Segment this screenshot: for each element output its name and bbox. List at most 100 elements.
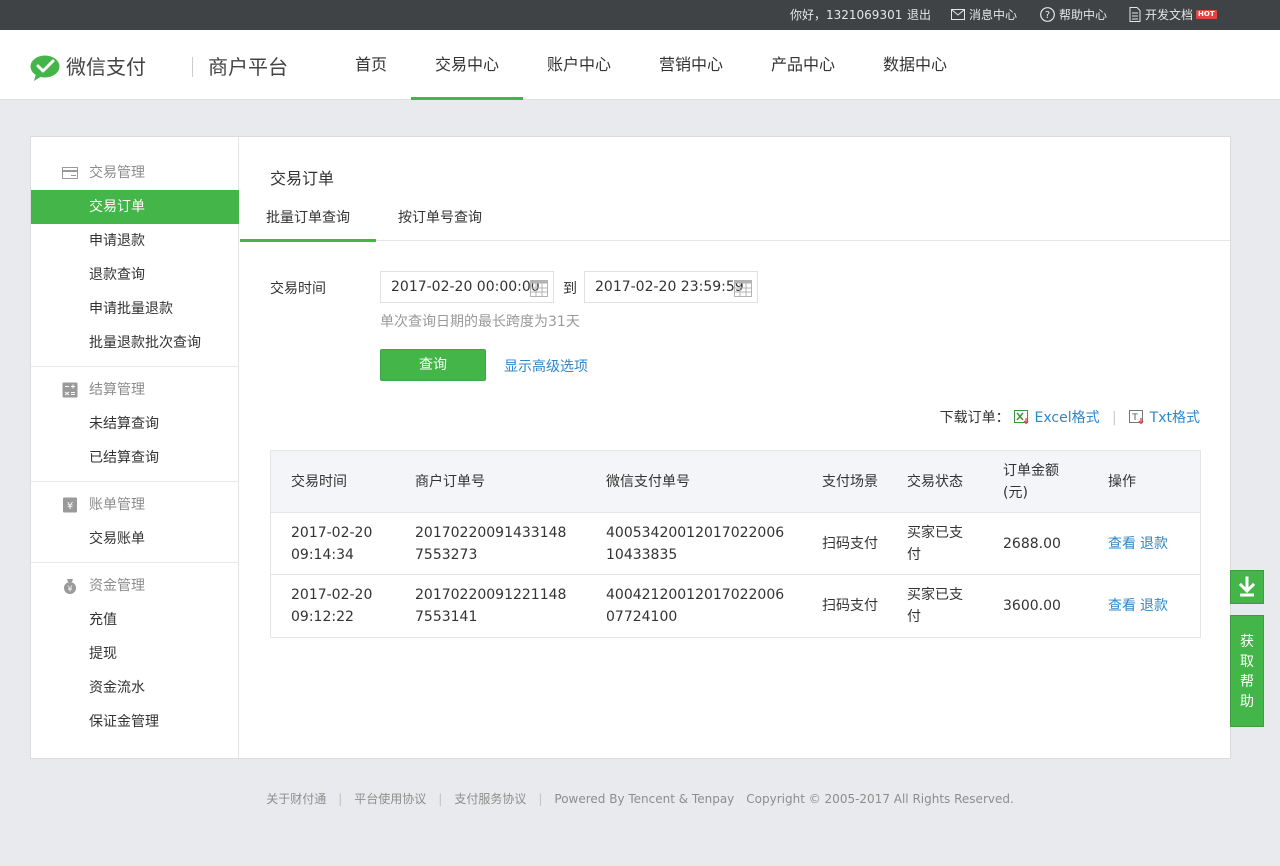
sidebar-divider <box>31 562 239 563</box>
cell-status: 买家已支付 <box>907 525 963 563</box>
header-cell: 交易时间 <box>291 474 347 490</box>
sidebar-group-trade: 交易管理 <box>31 156 239 190</box>
footer-link-about[interactable]: 关于财付通 <box>266 792 326 806</box>
cell-scene: 扫码支付 <box>822 598 878 614</box>
sidebar-group-label: 交易管理 <box>89 165 145 181</box>
sidebar-item-recharge[interactable]: 充值 <box>31 603 239 637</box>
nav-data-center[interactable]: 数据中心 <box>883 30 947 100</box>
page-title: 交易订单 <box>270 169 335 188</box>
end-time-input[interactable]: 2017-02-20 23:59:59 <box>584 271 758 303</box>
cell-wx-no: 4005342001201702200610433835 <box>606 525 785 563</box>
sidebar-item-fund-flow[interactable]: 资金流水 <box>31 671 239 705</box>
download-orders: 下载订单： Excel格式 | T Txt格式 <box>940 407 1200 427</box>
messages-label: 消息中心 <box>969 8 1018 22</box>
sidebar-item-settled[interactable]: 已结算查询 <box>31 441 239 475</box>
orders-table: 交易时间 商户订单号 微信支付单号 支付场景 交易状态 订单金额(元) 操作 2… <box>270 450 1201 638</box>
sidebar-divider <box>31 366 239 367</box>
query-button[interactable]: 查询 <box>380 349 486 381</box>
footer-separator: | <box>538 792 543 806</box>
txt-icon: T <box>1129 410 1144 425</box>
logout-link[interactable]: 退出 <box>907 0 931 30</box>
download-label: 下载订单： <box>939 410 1010 426</box>
greeting-text: 你好，1321069301 <box>790 8 903 22</box>
money-bag-icon: ¥ <box>64 579 76 594</box>
nav-account-center[interactable]: 账户中心 <box>547 30 611 100</box>
dev-docs-label: 开发文档 <box>1145 8 1194 22</box>
cell-time: 2017-02-20 09:14:34 <box>291 525 373 563</box>
query-tabs: 批量订单查询 按订单号查询 <box>240 203 1230 242</box>
bill-icon: ¥ <box>63 497 77 513</box>
mail-icon <box>951 9 965 20</box>
to-label: 到 <box>563 281 577 297</box>
sidebar-item-unsettled[interactable]: 未结算查询 <box>31 407 239 441</box>
download-txt-link[interactable]: Txt格式 <box>1150 410 1200 426</box>
table-header: 交易时间 商户订单号 微信支付单号 支付场景 交易状态 订单金额(元) 操作 <box>271 451 1200 513</box>
footer-link-payment-agreement[interactable]: 支付服务协议 <box>454 792 526 806</box>
svg-text:¥: ¥ <box>67 585 72 594</box>
date-range-hint: 单次查询日期的最长跨度为31天 <box>380 314 580 330</box>
table-row: 2017-02-20 09:12:22 20170220091221148755… <box>271 575 1200 637</box>
sidebar-group-label: 账单管理 <box>89 497 145 513</box>
nav-trade-center[interactable]: 交易中心 <box>410 30 524 100</box>
sidebar-divider <box>31 481 239 482</box>
header-cell: 商户订单号 <box>415 474 485 490</box>
footer-link-platform-agreement[interactable]: 平台使用协议 <box>354 792 426 806</box>
footer-separator: | <box>338 792 343 806</box>
svg-text:¥: ¥ <box>67 501 73 512</box>
footer: 关于财付通 | 平台使用协议 | 支付服务协议 | Powered By Tencent &… <box>0 790 1280 807</box>
download-excel-link[interactable]: Excel格式 <box>1035 410 1100 426</box>
footer-copyright: Copyright © 2005-2017 All Rights Reserve… <box>746 792 1014 806</box>
header-cell: 交易状态 <box>907 474 963 490</box>
sidebar-item-trade-orders[interactable]: 交易订单 <box>31 190 239 224</box>
float-help-button[interactable]: 获取帮助 <box>1230 615 1264 727</box>
help-text: 获取帮助 <box>1240 634 1254 710</box>
view-link[interactable]: 查看 <box>1108 533 1136 555</box>
cell-amount: 3600.00 <box>1003 598 1061 614</box>
header-cell: 支付场景 <box>822 474 878 490</box>
refund-link[interactable]: 退款 <box>1140 533 1168 555</box>
svg-text:T: T <box>1131 413 1138 423</box>
logo-divider <box>192 57 193 77</box>
logo-text: 微信支付 <box>66 55 146 79</box>
tab-order-no-query[interactable]: 按订单号查询 <box>390 203 490 241</box>
transaction-icon <box>62 167 78 179</box>
dev-docs-link[interactable]: 开发文档 HOT <box>1129 0 1217 30</box>
sidebar-item-withdraw[interactable]: 提现 <box>31 637 239 671</box>
sidebar-item-refund-query[interactable]: 退款查询 <box>31 258 239 292</box>
sidebar-item-trade-bill[interactable]: 交易账单 <box>31 522 239 556</box>
cell-actions: 查看 退款 <box>1108 575 1198 637</box>
cell-amount: 2688.00 <box>1003 536 1061 552</box>
nav-product-center[interactable]: 产品中心 <box>771 30 835 100</box>
advanced-options-link[interactable]: 显示高级选项 <box>504 356 588 376</box>
excel-icon <box>1014 410 1029 425</box>
calendar-icon[interactable] <box>734 279 752 297</box>
sidebar-item-apply-refund[interactable]: 申请退款 <box>31 224 239 258</box>
document-icon <box>1129 7 1141 22</box>
sidebar-group-label: 结算管理 <box>89 382 145 398</box>
calculator-icon <box>62 382 78 398</box>
float-download-button[interactable] <box>1230 570 1264 604</box>
wechat-pay-logo-icon <box>30 55 60 81</box>
svg-text:?: ? <box>1045 10 1050 21</box>
sidebar-item-deposit[interactable]: 保证金管理 <box>31 705 239 739</box>
cell-merchant-no: 201702200912211487553141 <box>415 587 567 625</box>
help-center-label: 帮助中心 <box>1059 8 1108 22</box>
view-link[interactable]: 查看 <box>1108 595 1136 617</box>
start-time-value: 2017-02-20 00:00:00 <box>391 279 540 295</box>
tab-batch-query[interactable]: 批量订单查询 <box>240 203 376 242</box>
question-circle-icon: ? <box>1040 7 1055 22</box>
help-center-link[interactable]: ? 帮助中心 <box>1040 0 1107 30</box>
top-bar: 你好，1321069301 退出 消息中心 ? 帮助中心 开发文档 HOT <box>0 0 1280 30</box>
header-cell: 微信支付单号 <box>606 474 690 490</box>
sidebar-group-funds: ¥ 资金管理 <box>31 569 239 603</box>
messages-link[interactable]: 消息中心 <box>951 0 1017 30</box>
start-time-input[interactable]: 2017-02-20 00:00:00 <box>380 271 554 303</box>
nav-marketing-center[interactable]: 营销中心 <box>659 30 723 100</box>
sidebar-item-batch-refund-query[interactable]: 批量退款批次查询 <box>31 326 239 360</box>
nav-home[interactable]: 首页 <box>355 30 387 100</box>
calendar-icon[interactable] <box>530 279 548 297</box>
cell-wx-no: 4004212001201702200607724100 <box>606 587 785 625</box>
trade-time-label: 交易时间 <box>270 281 326 297</box>
sidebar-item-batch-refund[interactable]: 申请批量退款 <box>31 292 239 326</box>
refund-link[interactable]: 退款 <box>1140 595 1168 617</box>
